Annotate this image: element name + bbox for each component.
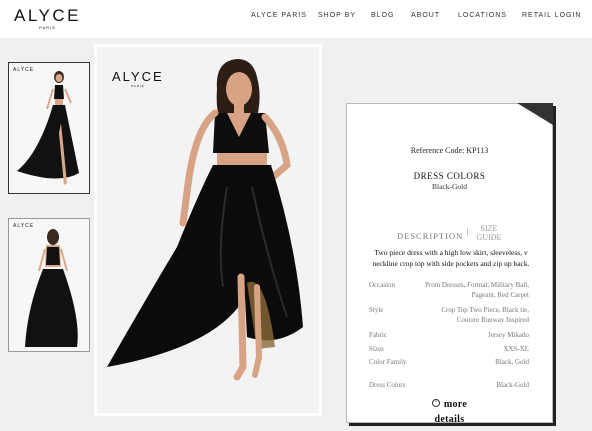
spec-value: Black, Gold	[495, 358, 529, 366]
spec-value: Jersey Mikado	[487, 331, 529, 339]
photo-brand-logo: ALYCE PARIS	[112, 69, 164, 88]
nav-about[interactable]: ABOUT	[411, 12, 440, 19]
spec-key: Occasion	[369, 281, 396, 289]
nav-blog[interactable]: BLOG	[371, 12, 394, 19]
spec-value: Crop Top Two Piece, Black tie, Couture R…	[441, 306, 529, 324]
spec-key: Style	[369, 306, 384, 314]
more-details-line1: more	[443, 399, 468, 410]
spec-occasion: Occasion Prom Dresses, Formal, Military …	[369, 280, 529, 305]
spec-sizes: Sizes XXS-XL	[369, 344, 529, 357]
nav-alyce-paris[interactable]: ALYCE PARIS	[251, 12, 307, 19]
spec-key: Sizes	[369, 345, 384, 353]
main-nav: ALYCE PARIS SHOP BY BLOG ABOUT LOCATIONS…	[0, 12, 592, 24]
dress-colors-value: Black-Gold	[432, 182, 467, 191]
product-specs: Occasion Prom Dresses, Formal, Military …	[369, 280, 529, 402]
thumbnail-logo: ALYCE	[13, 223, 35, 229]
thumbnail-front[interactable]: ALYCE	[8, 62, 90, 194]
more-details-toggle[interactable]: + more details	[347, 394, 552, 425]
tab-description[interactable]: DESCRIPTION	[397, 231, 463, 241]
spec-value: XXS-XL	[503, 345, 529, 353]
tab-size-line2: GUIDE	[476, 233, 502, 242]
dress-colors-heading: DRESS COLORS	[413, 171, 486, 181]
nav-shop-by[interactable]: SHOP BY	[318, 12, 356, 19]
product-info-panel: Reference Code: KP113 DRESS COLORS Black…	[346, 103, 553, 425]
plus-circle-icon: +	[431, 399, 440, 408]
spec-key: Fabric	[369, 331, 387, 339]
site-header: ALYCE PARIS ALYCE PARIS SHOP BY BLOG ABO…	[0, 0, 592, 36]
brand-tagline: PARIS	[39, 25, 56, 30]
spec-value: Prom Dresses, Formal, Military Ball, Pag…	[424, 281, 529, 299]
model-main-image	[107, 59, 303, 381]
spec-value: Black-Gold	[496, 381, 529, 389]
tab-separator: |	[467, 227, 469, 236]
nav-retail-login[interactable]: RETAIL LOGIN	[522, 12, 581, 19]
photo-brand-name: ALYCE	[112, 69, 164, 84]
main-product-image[interactable]: ALYCE PARIS	[94, 44, 322, 416]
panel-corner-fold	[517, 103, 553, 125]
thumbnail-logo: ALYCE	[13, 67, 35, 73]
spec-color-family: Color Family Black, Gold	[369, 357, 529, 380]
spec-key: Color Family	[369, 358, 407, 366]
spec-style: Style Crop Top Two Piece, Black tie, Cou…	[369, 305, 529, 330]
spec-key: Dress Colors	[369, 381, 406, 389]
thumbnail-back[interactable]: ALYCE	[8, 218, 90, 352]
model-back-image	[25, 229, 78, 347]
tab-size-guide[interactable]: SIZE GUIDE	[475, 224, 503, 242]
reference-code: Reference Code: KP113	[410, 146, 489, 155]
product-description: Two piece dress with a high low skirt, s…	[372, 248, 530, 268]
photo-brand-tagline: PARIS	[130, 84, 145, 88]
nav-locations[interactable]: LOCATIONS	[458, 12, 507, 19]
tab-size-line1: SIZE	[480, 224, 498, 233]
model-front-image	[17, 71, 79, 185]
spec-fabric: Fabric Jersey Mikado	[369, 330, 529, 344]
more-details-line2: details	[434, 414, 465, 425]
